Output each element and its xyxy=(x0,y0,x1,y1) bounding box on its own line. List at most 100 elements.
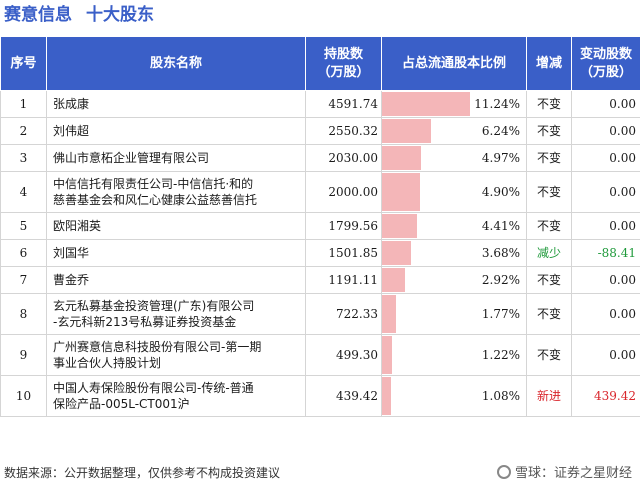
change-status: 减少 xyxy=(526,239,572,267)
row-index: 9 xyxy=(0,334,47,376)
row-index: 7 xyxy=(0,266,47,294)
ratio-bar xyxy=(382,146,421,170)
ratio-cell: 4.97% xyxy=(381,144,527,172)
shares-held: 1191.11 xyxy=(305,266,382,294)
shareholder-name-line1: 广州赛意信息科技股份有限公司-第一期 xyxy=(53,340,262,354)
shares-held: 1799.56 xyxy=(305,212,382,240)
ratio-cell: 1.22% xyxy=(381,334,527,376)
shareholder-name: 张成康 xyxy=(46,90,306,118)
shareholder-name: 刘伟超 xyxy=(46,117,306,145)
shares-held: 1501.85 xyxy=(305,239,382,267)
change-status: 新进 xyxy=(526,375,572,417)
shares-held: 2550.32 xyxy=(305,117,382,145)
row-index: 1 xyxy=(0,90,47,118)
shareholder-name: 刘国华 xyxy=(46,239,306,267)
shareholder-name-line2: 保险产品-005L-CT001沪 xyxy=(53,397,190,411)
share-change: 0.00 xyxy=(571,334,640,376)
ratio-bar xyxy=(382,377,391,415)
ratio-bar xyxy=(382,295,396,333)
ratio-bar xyxy=(382,241,411,265)
shareholder-name-line1: 欧阳湘英 xyxy=(53,219,102,233)
brand-text: 雪球：证券之星财经 xyxy=(514,466,632,481)
shares-held: 2000.00 xyxy=(305,171,382,213)
share-change: 0.00 xyxy=(571,117,640,145)
ratio-value: 1.77% xyxy=(481,307,520,321)
shareholder-name: 佛山市意柘企业管理有限公司 xyxy=(46,144,306,172)
shares-held: 439.42 xyxy=(305,375,382,417)
ratio-cell: 2.92% xyxy=(381,266,527,294)
header-delta-line1: 变动股数 xyxy=(579,46,632,62)
ratio-value: 1.22% xyxy=(481,348,520,362)
ratio-cell: 11.24% xyxy=(381,90,527,118)
table-row: 7 曹金乔 1191.11 2.92% 不变 0.00 xyxy=(0,266,640,294)
row-index: 3 xyxy=(0,144,47,172)
table-row: 2 刘伟超 2550.32 6.24% 不变 0.00 xyxy=(0,117,640,145)
ratio-cell: 1.77% xyxy=(381,293,527,335)
brand-watermark: 雪球：证券之星财经 xyxy=(496,462,632,481)
ratio-cell: 4.41% xyxy=(381,212,527,240)
change-status: 不变 xyxy=(526,266,572,294)
ratio-value: 11.24% xyxy=(474,97,520,111)
header-delta-line2: （万股） xyxy=(579,64,632,80)
ratio-bar xyxy=(382,336,392,374)
shareholder-name: 玄元私募基金投资管理(广东)有限公司 -玄元科新213号私募证券投资基金 xyxy=(46,293,306,335)
share-change: 0.00 xyxy=(571,293,640,335)
shares-held: 499.30 xyxy=(305,334,382,376)
ratio-bar xyxy=(382,214,417,238)
shareholder-name-line1: 佛山市意柘企业管理有限公司 xyxy=(53,151,210,165)
shareholder-name-line2: -玄元科新213号私募证券投资基金 xyxy=(53,315,237,329)
shareholder-name: 广州赛意信息科技股份有限公司-第一期 事业合伙人持股计划 xyxy=(46,334,306,376)
header-index: 序号 xyxy=(0,36,47,91)
row-index: 6 xyxy=(0,239,47,267)
change-status: 不变 xyxy=(526,212,572,240)
shareholder-name: 中信信托有限责任公司-中信信托·和的 慈善基金会和风仁心健康公益慈善信托 xyxy=(46,171,306,213)
shareholders-table: 序号 股东名称 持股数 （万股） 占总流通股本比例 增减 变动股数 （万股） 1 张成… xyxy=(0,36,640,417)
table-row: 8 玄元私募基金投资管理(广东)有限公司 -玄元科新213号私募证券投资基金 722.… xyxy=(0,293,640,335)
table-row: 4 中信信托有限责任公司-中信信托·和的 慈善基金会和风仁心健康公益慈善信托 2000… xyxy=(0,171,640,213)
shareholder-name-line2: 事业合伙人持股计划 xyxy=(53,356,162,370)
header-name: 股东名称 xyxy=(46,36,306,91)
ratio-cell: 4.90% xyxy=(381,171,527,213)
shares-held: 2030.00 xyxy=(305,144,382,172)
change-status: 不变 xyxy=(526,117,572,145)
change-status: 不变 xyxy=(526,293,572,335)
change-status: 不变 xyxy=(526,334,572,376)
table-row: 3 佛山市意柘企业管理有限公司 2030.00 4.97% 不变 0.00 xyxy=(0,144,640,172)
table-row: 5 欧阳湘英 1799.56 4.41% 不变 0.00 xyxy=(0,212,640,240)
header-change: 增减 xyxy=(526,36,572,91)
header-ratio: 占总流通股本比例 xyxy=(381,36,527,91)
table-row: 1 张成康 4591.74 11.24% 不变 0.00 xyxy=(0,90,640,118)
header-delta: 变动股数 （万股） xyxy=(571,36,640,91)
ratio-value: 4.41% xyxy=(481,219,520,233)
table-row: 9 广州赛意信息科技股份有限公司-第一期 事业合伙人持股计划 499.30 1.22% 不… xyxy=(0,334,640,376)
share-change: 439.42 xyxy=(571,375,640,417)
row-index: 8 xyxy=(0,293,47,335)
share-change: -88.41 xyxy=(571,239,640,267)
shareholder-name-line1: 玄元私募基金投资管理(广东)有限公司 xyxy=(53,299,255,313)
share-change: 0.00 xyxy=(571,266,640,294)
shareholder-name: 中国人寿保险股份有限公司-传统-普通 保险产品-005L-CT001沪 xyxy=(46,375,306,417)
ratio-bar xyxy=(382,173,421,211)
ratio-cell: 6.24% xyxy=(381,117,527,145)
table-header-row: 序号 股东名称 持股数 （万股） 占总流通股本比例 增减 变动股数 （万股） xyxy=(0,36,640,91)
snowball-logo-icon xyxy=(496,464,511,479)
shareholder-name-line1: 刘伟超 xyxy=(53,124,90,138)
section-title: 十大股东 xyxy=(86,5,154,25)
company-name: 赛意信息 xyxy=(4,5,72,25)
share-change: 0.00 xyxy=(571,144,640,172)
header-shares-line1: 持股数 xyxy=(323,46,363,62)
ratio-bar xyxy=(382,268,405,292)
table-row: 10 中国人寿保险股份有限公司-传统-普通 保险产品-005L-CT001沪 439.… xyxy=(0,375,640,417)
shares-held: 4591.74 xyxy=(305,90,382,118)
header-shares: 持股数 （万股） xyxy=(305,36,382,91)
shareholder-name-line1: 曹金乔 xyxy=(53,273,90,287)
ratio-value: 4.97% xyxy=(481,151,520,165)
row-index: 5 xyxy=(0,212,47,240)
share-change: 0.00 xyxy=(571,171,640,213)
page-title: 赛意信息 十大股东 xyxy=(4,2,154,28)
share-change: 0.00 xyxy=(571,90,640,118)
shareholder-name-line2: 慈善基金会和风仁心健康公益慈善信托 xyxy=(53,193,258,207)
shareholder-name: 欧阳湘英 xyxy=(46,212,306,240)
table-row: 6 刘国华 1501.85 3.68% 减少 -88.41 xyxy=(0,239,640,267)
row-index: 10 xyxy=(0,375,47,417)
